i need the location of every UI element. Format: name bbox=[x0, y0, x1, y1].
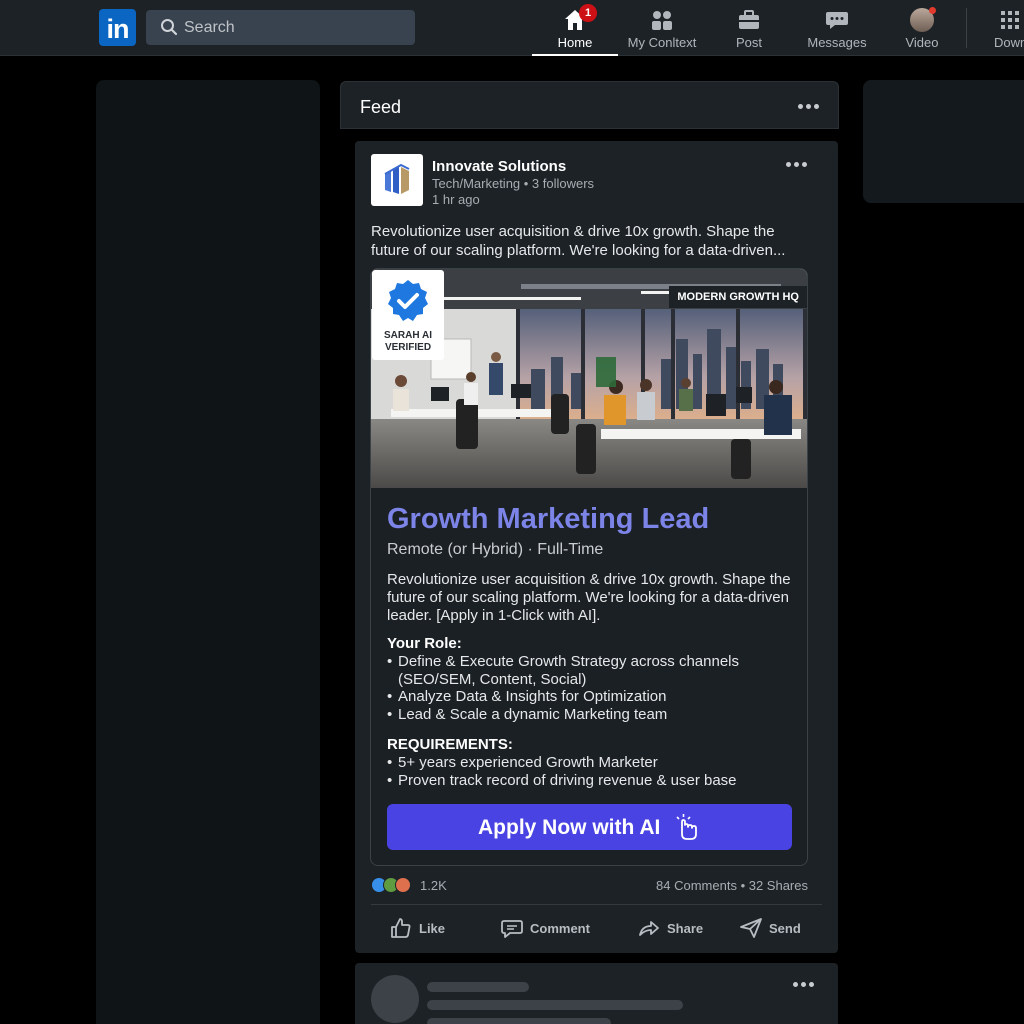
nav-my-context-label: My Conltext bbox=[627, 35, 697, 50]
people-icon bbox=[652, 11, 672, 30]
job-subtitle: Remote (or Hybrid) · Full-Time bbox=[387, 541, 604, 558]
pointer-hand-icon bbox=[676, 814, 697, 840]
feed-post: Innovate Solutions Tech/Marketing • 3 fo… bbox=[355, 141, 838, 953]
verified-check-icon bbox=[388, 280, 428, 321]
search-icon bbox=[161, 19, 178, 36]
nav-video-label: Video bbox=[905, 35, 939, 50]
role-heading: Your Role: bbox=[387, 635, 462, 652]
nav-divider bbox=[966, 8, 967, 48]
list-item: 5+ years experienced Growth Marketer bbox=[387, 754, 797, 772]
send-icon bbox=[740, 918, 762, 938]
job-description: Revolutionize user acquisition & drive 1… bbox=[387, 571, 791, 624]
thumbs-up-icon bbox=[391, 918, 411, 938]
skeleton-line bbox=[427, 982, 529, 992]
hq-label: MODERN GROWTH HQ bbox=[669, 286, 807, 308]
right-sidebar bbox=[863, 80, 1024, 203]
share-arrow-icon bbox=[639, 921, 659, 936]
comment-label: Comment bbox=[530, 921, 590, 936]
list-item: Analyze Data & Insights for Optimization bbox=[387, 688, 797, 706]
love-reaction-icon bbox=[395, 877, 411, 893]
verified-line-1: SARAH AI bbox=[384, 330, 432, 341]
requirements-heading: REQUIREMENTS: bbox=[387, 736, 513, 753]
job-card[interactable]: SARAH AI VERIFIED MODERN GROWTH HQ Growth… bbox=[370, 268, 808, 866]
notification-badge: 1 bbox=[579, 4, 597, 22]
nav-video[interactable]: Video bbox=[892, 0, 952, 56]
grid-icon bbox=[1001, 11, 1019, 29]
nav-download[interactable]: Down bbox=[986, 0, 1024, 56]
like-label: Like bbox=[419, 921, 446, 936]
message-icon bbox=[826, 12, 848, 29]
avatar bbox=[371, 975, 419, 1023]
company-logo[interactable] bbox=[371, 154, 423, 206]
role-list: Define & Execute Growth Strategy across … bbox=[387, 653, 797, 723]
share-label: Share bbox=[667, 921, 704, 936]
company-logo-icon bbox=[384, 163, 410, 194]
nav-messages-label: Messages bbox=[807, 35, 867, 50]
list-item: Lead & Scale a dynamic Marketing team bbox=[387, 706, 797, 724]
apply-now-label: Apply Now with AI bbox=[478, 816, 661, 839]
apply-now-button[interactable]: Apply Now with AI bbox=[387, 804, 792, 850]
nav-my-context[interactable]: My Conltext bbox=[620, 0, 704, 56]
company-name[interactable]: Innovate Solutions bbox=[432, 158, 566, 175]
verified-line-2: VERIFIED bbox=[384, 342, 432, 353]
skeleton-line bbox=[427, 1000, 683, 1010]
nav-messages[interactable]: Messages bbox=[800, 0, 874, 56]
send-label: Send bbox=[769, 921, 801, 936]
company-meta: Tech/Marketing • 3 followers bbox=[432, 176, 595, 191]
search-box[interactable] bbox=[146, 10, 415, 45]
post-text: Revolutionize user acquisition & drive 1… bbox=[371, 223, 786, 259]
comments-shares-count[interactable]: 84 Comments • 32 Shares bbox=[656, 878, 808, 893]
profile-avatar bbox=[910, 7, 936, 32]
left-sidebar bbox=[96, 80, 320, 1024]
list-item: Define & Execute Growth Strategy across … bbox=[387, 653, 797, 688]
next-post-placeholder bbox=[355, 963, 838, 1024]
post-timestamp: 1 hr ago bbox=[432, 192, 480, 207]
briefcase-icon bbox=[739, 10, 759, 29]
status-dot bbox=[929, 7, 936, 14]
requirements-list: 5+ years experienced Growth Marketer Pro… bbox=[387, 754, 797, 789]
nav-post[interactable]: Post bbox=[716, 0, 782, 56]
post-more-icon[interactable] bbox=[793, 982, 815, 988]
feed-title: Feed bbox=[360, 97, 402, 117]
reactions-summary[interactable]: 1.2K bbox=[371, 877, 491, 895]
skeleton-line bbox=[427, 1018, 611, 1024]
top-navigation-bar: in 1 Home My Conltext Post bbox=[0, 0, 1024, 56]
search-input[interactable] bbox=[184, 10, 404, 45]
linkedin-logo[interactable]: in bbox=[99, 9, 136, 46]
nav-download-label: Down bbox=[994, 35, 1024, 50]
post-divider bbox=[371, 904, 822, 905]
nav-home-label: Home bbox=[557, 35, 593, 50]
verified-badge: SARAH AI VERIFIED bbox=[372, 270, 444, 360]
job-title[interactable]: Growth Marketing Lead bbox=[387, 503, 709, 536]
nav-home[interactable]: 1 Home bbox=[532, 0, 618, 56]
list-item: Proven track record of driving revenue &… bbox=[387, 772, 797, 790]
feed-more-icon[interactable] bbox=[798, 104, 820, 110]
comment-icon bbox=[501, 920, 523, 938]
nav-post-label: Post bbox=[735, 35, 762, 50]
feed-header: Feed bbox=[340, 81, 839, 129]
reactions-count: 1.2K bbox=[420, 878, 447, 893]
post-more-icon[interactable] bbox=[786, 162, 808, 168]
